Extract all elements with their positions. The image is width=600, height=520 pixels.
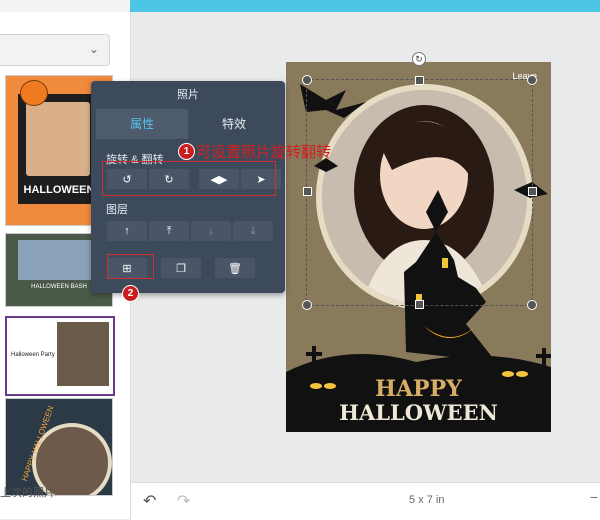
duplicate-button[interactable]: ❐	[161, 258, 201, 278]
arrow-down-icon: ↓	[208, 225, 214, 237]
resize-handle[interactable]	[302, 300, 312, 310]
send-backward-button[interactable]: ↓	[191, 221, 231, 241]
album-dropdown[interactable]: ⌄	[0, 34, 110, 66]
tab-properties[interactable]: 属性	[96, 109, 188, 139]
bring-to-front-icon: ⤒	[166, 224, 172, 237]
bottom-toolbar: ↶ ↷ 5 x 7 in −	[131, 482, 600, 520]
bring-forward-button[interactable]: ↑	[107, 221, 147, 241]
bring-to-front-button[interactable]: ⤒	[149, 221, 189, 241]
panel-title: 照片	[177, 89, 199, 101]
trash-icon: 🗑	[228, 262, 242, 275]
send-to-back-button[interactable]: ⤓	[233, 221, 273, 241]
annotation-box-rotate	[102, 161, 276, 196]
resize-handle[interactable]	[528, 187, 537, 196]
chevron-down-icon[interactable]: ⌄	[89, 42, 99, 56]
selection-box	[306, 79, 533, 306]
layer-label: 图层	[106, 204, 128, 216]
top-bar	[0, 0, 600, 12]
annotation-badge-2: 2	[122, 285, 139, 302]
halloween-text: HALLOWEEN	[339, 400, 498, 425]
zoom-out-icon[interactable]: −	[590, 489, 598, 505]
undo-icon[interactable]: ↶	[143, 491, 156, 511]
thumbnail-caption: Halloween Party	[11, 352, 55, 358]
resize-handle[interactable]	[415, 300, 424, 309]
template-thumbnail[interactable]: Halloween Party	[5, 316, 115, 396]
annotation-note-1: 可设置照片旋转翻转	[196, 144, 332, 161]
arrow-up-icon: ↑	[124, 225, 130, 237]
redo-icon[interactable]: ↷	[177, 491, 190, 511]
last-photos-label[interactable]: 上次的照片	[0, 484, 55, 500]
resize-handle[interactable]	[303, 187, 312, 196]
delete-button[interactable]: 🗑	[215, 258, 255, 278]
rotate-handle-icon[interactable]: ↻	[412, 52, 426, 66]
resize-handle[interactable]	[527, 300, 537, 310]
resize-handle[interactable]	[415, 76, 424, 85]
annotation-box-crop	[107, 254, 154, 279]
resize-handle[interactable]	[302, 75, 312, 85]
template-thumbnail[interactable]: HAPPY HALLOWEEN	[5, 398, 113, 496]
send-to-back-icon: ⤓	[250, 224, 256, 237]
layer-buttons: ↑ ⤒ ↓ ⤓	[107, 221, 273, 241]
tab-effects[interactable]: 特效	[188, 109, 280, 139]
annotation-badge-1: 1	[178, 143, 195, 160]
canvas-size: 5 x 7 in	[409, 494, 445, 506]
happy-text: HAPPY	[375, 376, 462, 402]
copy-icon: ❐	[176, 262, 186, 275]
panel-tabs: 属性 特效	[96, 109, 280, 139]
resize-handle[interactable]	[527, 75, 537, 85]
